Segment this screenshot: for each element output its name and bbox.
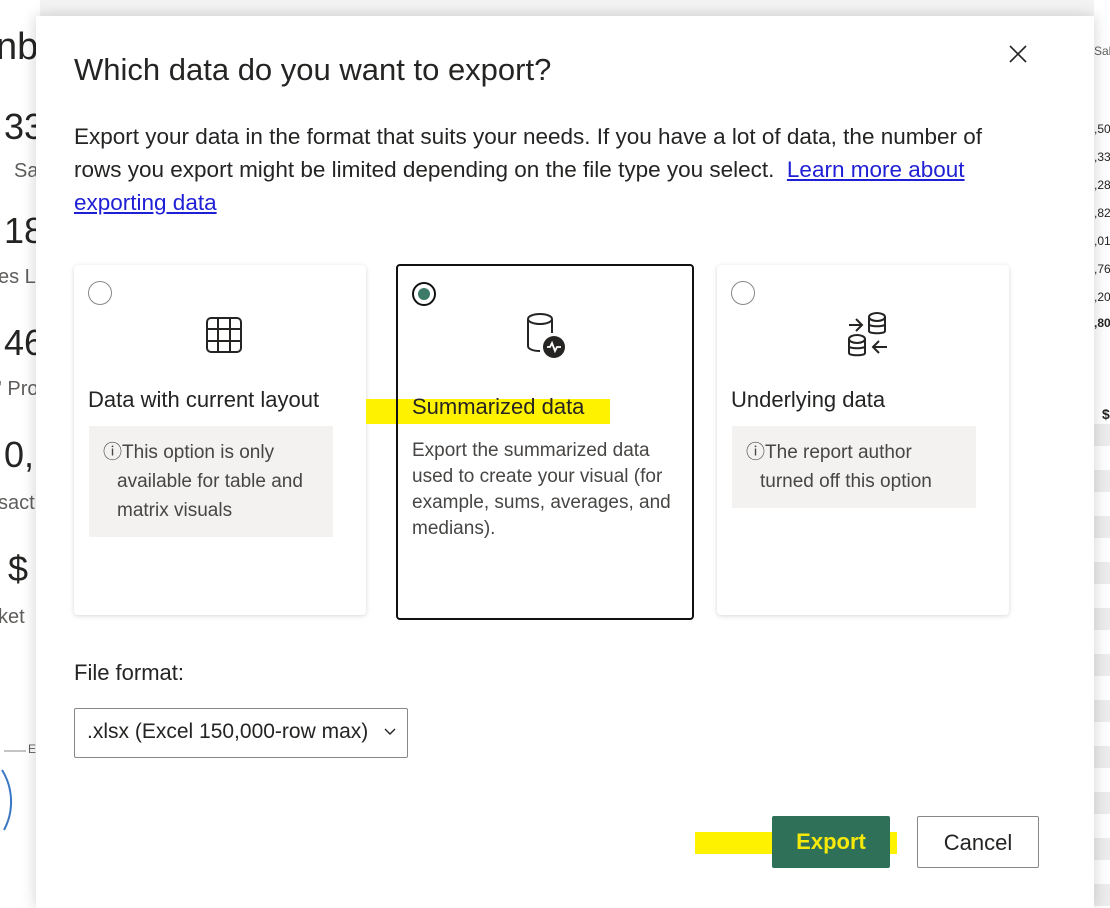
bg-text: $ — [1102, 406, 1110, 422]
cancel-button-label: Cancel — [943, 830, 1013, 855]
radio-button[interactable] — [731, 281, 755, 305]
file-format-value: .xlsx (Excel 150,000-row max) — [87, 720, 369, 743]
file-format-dropdown[interactable]: .xlsx (Excel 150,000-row max) — [74, 708, 408, 758]
background-report-left: nbc 33 Sa 18 es L 46 ' Pro 0, sacti $ ke… — [0, 0, 40, 908]
info-line: This option is only — [122, 442, 275, 463]
data-transfer-icon — [848, 312, 887, 357]
close-button[interactable] — [1002, 38, 1034, 70]
bg-text: Sal — [1094, 44, 1110, 58]
info-icon: ⓘ — [103, 442, 123, 463]
file-format-label: File format: — [74, 660, 185, 685]
cancel-button[interactable]: Cancel — [917, 816, 1039, 868]
bg-text: ket — [0, 606, 25, 628]
bg-text: 46 — [4, 322, 40, 363]
close-icon — [1009, 45, 1027, 63]
info-line: turned off this option — [760, 471, 932, 492]
option-data-with-current-layout[interactable]: Data with current layout ⓘThis option is… — [74, 265, 366, 615]
info-line: available for table and — [117, 471, 303, 492]
info-line: The report author — [765, 442, 912, 463]
bg-text: ,01 — [1094, 234, 1110, 248]
background-report-right: Sal ,50 ,33 ,28 ,82 ,01 ,76 ,20 ,80 $ — [1094, 0, 1110, 908]
bg-text: 33 — [4, 106, 40, 147]
gauge-arc — [1, 750, 26, 831]
database-activity-icon — [527, 313, 565, 358]
export-button-label: Export — [796, 829, 866, 854]
bg-text: ,76 — [1094, 262, 1110, 276]
bg-text: sacti — [0, 492, 40, 514]
bg-text: ,80 — [1094, 316, 1110, 330]
table-icon — [206, 317, 242, 353]
bg-text: ' Pro — [0, 378, 39, 400]
option-info-box: ⓘThe report author turned off this optio… — [732, 426, 976, 508]
bg-text: ,33 — [1094, 150, 1110, 164]
bg-text: ,28 — [1094, 178, 1110, 192]
bg-text: ,50 — [1094, 122, 1110, 136]
bg-text: 18 — [4, 210, 40, 251]
export-data-dialog: Which data do you want to export? Export… — [36, 16, 1094, 908]
radio-button[interactable] — [88, 281, 112, 305]
bg-text: $ — [8, 548, 29, 589]
bg-text: es L — [0, 266, 36, 288]
option-info-box: ⓘThis option is only available for table… — [89, 426, 333, 537]
chevron-down-icon — [384, 728, 396, 735]
dialog-title: Which data do you want to export? — [74, 52, 552, 87]
option-description: Export the summarized data used to creat… — [412, 440, 671, 539]
dialog-description: Export your data in the format that suit… — [74, 120, 1014, 219]
option-title: Underlying data — [731, 387, 886, 412]
radio-button-selected[interactable] — [412, 282, 436, 306]
bg-text: ,20 — [1094, 290, 1110, 304]
bg-text: ,82 — [1094, 206, 1110, 220]
bg-text: 0, — [4, 434, 35, 475]
option-summarized-data[interactable]: Summarized data Export the summarized da… — [396, 264, 694, 620]
option-title: Summarized data — [412, 394, 585, 419]
info-icon: ⓘ — [746, 442, 766, 463]
bg-text: nbc — [0, 26, 40, 68]
option-title: Data with current layout — [88, 387, 320, 412]
bg-text: Sa — [14, 160, 39, 182]
info-line: matrix visuals — [117, 500, 233, 521]
option-underlying-data[interactable]: Underlying data ⓘThe report author turne… — [717, 265, 1009, 615]
export-button[interactable]: Export — [772, 816, 890, 868]
